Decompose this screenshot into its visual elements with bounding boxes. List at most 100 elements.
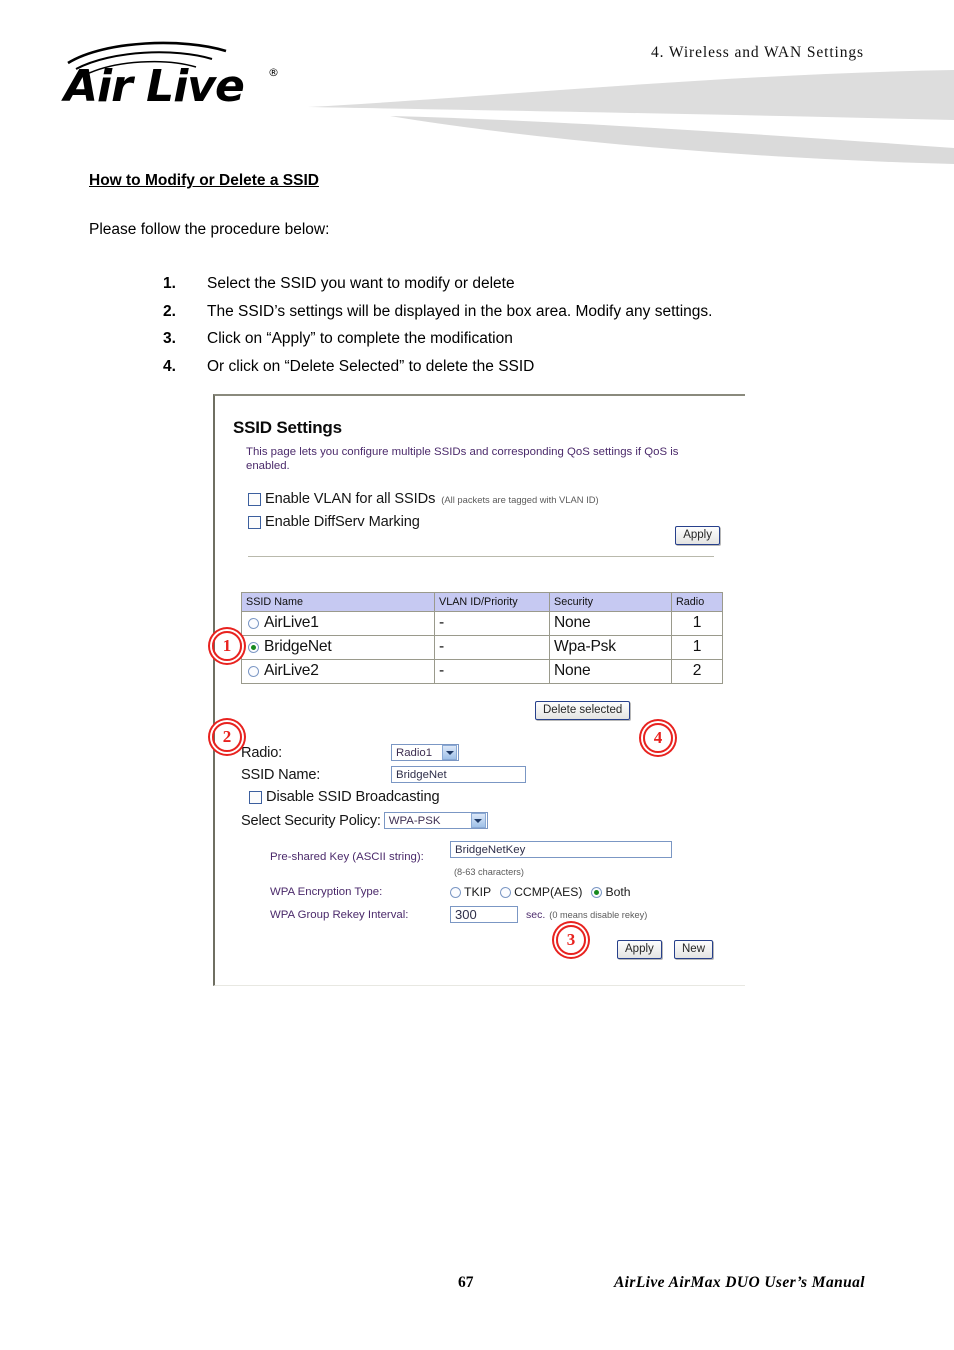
- procedure-item: 4. Or click on “Delete Selected” to dele…: [163, 353, 883, 381]
- enable-diffserv-label: Enable DiffServ Marking: [265, 514, 420, 530]
- cell-radio: 1: [671, 635, 723, 660]
- svg-text:Air Live: Air Live: [61, 61, 244, 112]
- rekey-unit: sec.: [526, 908, 546, 921]
- encryption-option-tkip[interactable]: TKIP: [450, 885, 491, 899]
- encryption-radio-both[interactable]: [591, 886, 603, 898]
- wpa-group-rekey-input[interactable]: 300: [450, 906, 518, 923]
- cell-vlan: -: [434, 635, 550, 660]
- cell-ssid-name[interactable]: BridgeNet: [241, 635, 435, 660]
- new-button[interactable]: New: [674, 940, 714, 959]
- enable-vlan-label: Enable VLAN for all SSIDs: [265, 491, 436, 507]
- radio-select-value: Radio1: [396, 746, 433, 759]
- chevron-down-icon[interactable]: [442, 745, 457, 760]
- disable-ssid-broadcasting-checkbox[interactable]: [249, 790, 262, 804]
- rekey-input-row: 300 sec. (0 means disable rekey): [450, 906, 647, 923]
- annotation-marker-3: 3: [556, 925, 586, 955]
- cell-ssid-name[interactable]: AirLive2: [241, 659, 435, 684]
- rekey-label-row: WPA Group Rekey Interval:: [270, 909, 408, 921]
- header-swoosh-svg: [308, 70, 954, 164]
- enable-diffserv-row[interactable]: Enable DiffServ Marking: [248, 514, 420, 530]
- psk-input-row: BridgeNetKey: [450, 841, 672, 858]
- procedure-text: Click on “Apply” to complete the modific…: [207, 330, 513, 347]
- encryption-option-label: CCMP(AES): [514, 885, 583, 899]
- svg-text:®: ®: [268, 66, 279, 79]
- security-policy-value: WPA-PSK: [388, 814, 441, 827]
- cell-security: None: [549, 611, 672, 636]
- radio-select[interactable]: Radio1: [391, 744, 459, 761]
- page-header: 4. Wireless and WAN Settings Air Live ®: [0, 0, 954, 165]
- pre-shared-key-hint: (8-63 characters): [454, 867, 524, 877]
- cell-radio: 2: [671, 659, 723, 684]
- encryption-option-ccmp[interactable]: CCMP(AES): [500, 885, 582, 899]
- psk-hint-row: (8-63 characters): [454, 867, 524, 877]
- procedure-list: 1. Select the SSID you want to modify or…: [163, 270, 883, 380]
- intro-paragraph: Please follow the procedure below:: [89, 221, 330, 238]
- security-policy-select[interactable]: WPA-PSK: [383, 812, 488, 829]
- rekey-note: (0 means disable rekey): [549, 909, 648, 920]
- ssid-name-field-row: SSID Name: BridgeNet: [241, 766, 526, 783]
- procedure-item: 2. The SSID’s settings will be displayed…: [163, 298, 883, 326]
- table-header-row: SSID Name VLAN ID/Priority Security Radi…: [241, 592, 723, 612]
- chevron-down-icon[interactable]: [470, 813, 486, 828]
- procedure-text: Or click on “Delete Selected” to delete …: [207, 357, 535, 375]
- encryption-option-label: TKIP: [464, 885, 492, 899]
- panel-divider: [248, 556, 714, 557]
- table-row[interactable]: AirLive1 - None 1: [241, 611, 723, 636]
- chapter-title: 4. Wireless and WAN Settings: [650, 44, 864, 61]
- enable-vlan-row[interactable]: Enable VLAN for all SSIDs (All packets a…: [248, 491, 599, 507]
- panel-description: This page lets you configure multiple SS…: [246, 446, 679, 472]
- security-policy-row: Select Security Policy: WPA-PSK: [241, 812, 488, 829]
- encryption-option-both[interactable]: Both: [591, 885, 631, 899]
- ssid-select-radio[interactable]: [248, 641, 259, 653]
- apply-top-button[interactable]: Apply: [675, 526, 720, 545]
- procedure-number: 4.: [163, 357, 176, 375]
- procedure-text: Select the SSID you want to modify or de…: [207, 275, 515, 292]
- panel-title: SSID Settings: [233, 418, 342, 437]
- pre-shared-key-label: Pre-shared Key (ASCII string):: [270, 851, 424, 863]
- security-policy-label: Select Security Policy:: [241, 812, 381, 829]
- disable-ssid-broadcasting-label: Disable SSID Broadcasting: [266, 789, 440, 805]
- ssid-name-input[interactable]: BridgeNet: [391, 766, 526, 783]
- radio-field-row: Radio: Radio1: [241, 744, 459, 761]
- enable-vlan-note: (All packets are tagged with VLAN ID): [441, 493, 599, 505]
- encryption-type-label-row: WPA Encryption Type:: [270, 886, 382, 898]
- disable-broadcast-row[interactable]: Disable SSID Broadcasting: [249, 789, 440, 805]
- annotation-marker-1: 1: [212, 631, 242, 661]
- airlive-logo-svg: Air Live ®: [61, 41, 279, 112]
- table-row[interactable]: AirLive2 - None 2: [241, 659, 723, 684]
- cell-vlan: -: [434, 611, 550, 636]
- delete-selected-button[interactable]: Delete selected: [535, 701, 631, 720]
- enable-vlan-checkbox[interactable]: [248, 492, 261, 506]
- wpa-encryption-type-label: WPA Encryption Type:: [270, 886, 383, 898]
- table-row[interactable]: BridgeNet - Wpa-Psk 1: [241, 635, 723, 660]
- enable-diffserv-checkbox[interactable]: [248, 515, 261, 529]
- column-header-security: Security: [549, 592, 672, 612]
- column-header-vlan: VLAN ID/Priority: [434, 592, 550, 612]
- cell-security: Wpa-Psk: [549, 635, 672, 660]
- psk-label-row: Pre-shared Key (ASCII string):: [270, 851, 424, 863]
- cell-ssid-name[interactable]: AirLive1: [241, 611, 435, 636]
- ssid-select-radio[interactable]: [248, 617, 259, 629]
- ssid-select-radio[interactable]: [248, 665, 259, 677]
- ssid-settings-panel: SSID Settings This page lets you configu…: [213, 394, 745, 986]
- column-header-ssid-name: SSID Name: [241, 592, 435, 612]
- ssid-name-text: BridgeNet: [264, 638, 332, 655]
- pre-shared-key-input[interactable]: BridgeNetKey: [450, 841, 672, 858]
- section-heading: How to Modify or Delete a SSID: [89, 172, 319, 189]
- encryption-option-label: Both: [605, 885, 631, 899]
- cell-radio: 1: [671, 611, 723, 636]
- airlive-logo: Air Live ®: [60, 38, 310, 113]
- encryption-radio-ccmp[interactable]: [500, 886, 512, 898]
- encryption-radio-tkip[interactable]: [450, 886, 461, 898]
- annotation-marker-4: 4: [643, 723, 673, 753]
- procedure-item: 3. Click on “Apply” to complete the modi…: [163, 325, 883, 353]
- cell-vlan: -: [434, 659, 550, 684]
- radio-label: Radio:: [241, 744, 282, 761]
- page-number: 67: [458, 1274, 474, 1291]
- manual-title: AirLive AirMax DUO User’s Manual: [613, 1274, 865, 1291]
- apply-bottom-button[interactable]: Apply: [617, 940, 662, 959]
- ssid-name-text: AirLive1: [264, 614, 319, 631]
- ssid-name-text: AirLive2: [264, 662, 319, 679]
- apply-bottom-button-row: Apply: [617, 940, 662, 959]
- annotation-marker-2: 2: [212, 722, 242, 752]
